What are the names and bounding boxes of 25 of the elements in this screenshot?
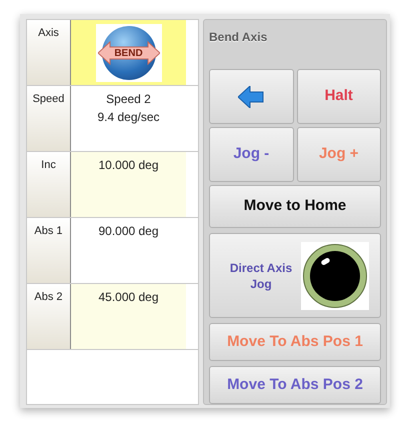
cell-detail: 9.4 deg/sec <box>97 109 160 126</box>
command-button[interactable]: Jog - <box>209 127 294 182</box>
value-cell[interactable]: 10.000 deg <box>71 152 186 217</box>
command-button[interactable]: Move To Abs Pos 2 <box>209 366 381 404</box>
button-label: Direct Axis Jog <box>228 260 294 292</box>
value-cell[interactable]: BEND <box>71 20 186 85</box>
command-button[interactable]: Move to Home <box>209 185 381 228</box>
back-button[interactable] <box>209 69 294 124</box>
row-label: Axis <box>27 20 71 85</box>
value-cell[interactable]: 45.000 deg <box>71 284 186 349</box>
left-arrow-icon <box>238 86 264 108</box>
panel-title: Bend Axis <box>209 29 268 46</box>
eye-icon <box>301 242 369 310</box>
cell-value: Speed 2 <box>106 91 151 108</box>
row-label: Abs 2 <box>27 284 71 349</box>
row-label: Speed <box>27 86 71 151</box>
jog-button[interactable]: Direct Axis Jog <box>209 233 381 318</box>
cell-value: 90.000 deg <box>98 223 159 240</box>
double-arrow-icon <box>98 41 160 65</box>
logo-text: BEND <box>114 46 143 60</box>
cell-value: 45.000 deg <box>98 289 159 306</box>
row-label: Inc <box>27 152 71 217</box>
row-label: Abs 1 <box>27 218 71 283</box>
command-button[interactable]: Halt <box>296 69 381 124</box>
cell-value: 10.000 deg <box>98 157 159 174</box>
